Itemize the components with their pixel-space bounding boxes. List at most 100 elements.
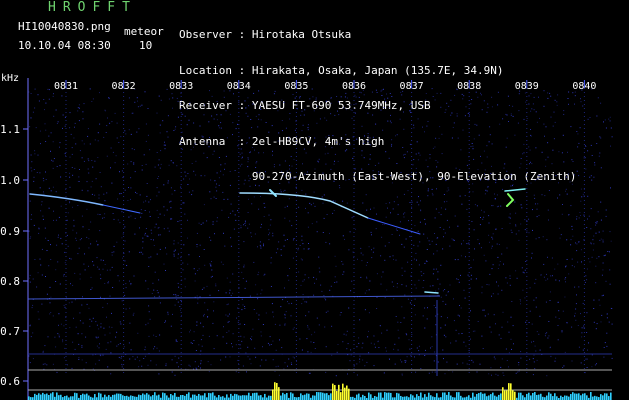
level-bar [268, 395, 270, 400]
level-bar [60, 394, 62, 400]
level-bar [484, 393, 486, 400]
level-bar [592, 396, 594, 400]
level-bar [546, 395, 548, 400]
level-bar [564, 395, 566, 400]
level-bar [606, 393, 608, 400]
level-bar [574, 393, 576, 400]
level-bar [442, 392, 444, 400]
level-bar [526, 393, 528, 400]
noise-field [28, 88, 613, 377]
echo-trace [504, 188, 526, 192]
level-bar [144, 394, 146, 400]
level-bar [28, 396, 30, 400]
level-bar [210, 393, 212, 400]
level-bar [124, 396, 126, 400]
level-bar [172, 395, 174, 400]
level-bar [290, 392, 292, 400]
level-bar [596, 396, 598, 400]
time-tick-label: 0838 [457, 81, 481, 92]
level-bar [72, 396, 74, 400]
level-bar [362, 394, 364, 400]
level-bar [214, 395, 216, 400]
level-bar [112, 394, 114, 400]
level-bar [576, 393, 578, 400]
level-bar [312, 395, 314, 400]
level-bar [278, 387, 280, 400]
level-bar [240, 395, 242, 400]
level-bar [406, 396, 408, 400]
level-bar [318, 392, 320, 400]
level-bar [370, 394, 372, 400]
level-bar [246, 395, 248, 400]
level-bar [244, 395, 246, 400]
level-bar [270, 395, 272, 400]
level-bar [142, 393, 144, 400]
level-bar [380, 392, 382, 400]
level-bar [222, 396, 224, 400]
level-bar [286, 392, 288, 400]
level-bar [280, 395, 282, 400]
level-bar [328, 395, 330, 400]
level-bar [538, 394, 540, 400]
level-bar [556, 396, 558, 400]
echo-trace [239, 192, 369, 219]
level-bar [554, 393, 556, 400]
level-bar [272, 389, 274, 400]
level-bar [388, 392, 390, 400]
level-bar [138, 394, 140, 400]
level-bar [236, 394, 238, 400]
level-bar [508, 383, 510, 400]
level-bar [580, 395, 582, 400]
level-bar [192, 394, 194, 400]
level-bar [304, 394, 306, 400]
level-bar [532, 392, 534, 400]
time-tick-label: 0836 [342, 81, 366, 92]
level-bar [548, 392, 550, 400]
level-bar [450, 395, 452, 400]
level-bar [480, 392, 482, 400]
echo-trace [424, 291, 439, 294]
level-bar [118, 393, 120, 400]
level-bar [566, 395, 568, 400]
level-bar [586, 395, 588, 400]
level-bar [250, 395, 252, 400]
level-bar [460, 395, 462, 400]
level-bar [40, 394, 42, 400]
level-bar [50, 393, 52, 400]
level-bar [186, 393, 188, 400]
level-bar [34, 393, 36, 400]
time-tick-label: 0837 [400, 81, 424, 92]
level-bar [390, 392, 392, 400]
level-bar [140, 395, 142, 400]
level-bar [88, 395, 90, 400]
time-tick-label: 0832 [112, 81, 136, 92]
level-bar [204, 393, 206, 400]
level-bar [134, 396, 136, 400]
level-bar [52, 392, 54, 400]
level-bar [226, 394, 228, 400]
freq-tick-label: 0.8 [0, 275, 20, 288]
level-bar [320, 392, 322, 400]
level-bar [208, 392, 210, 400]
level-bar [582, 393, 584, 400]
level-bar [496, 396, 498, 400]
level-bar [126, 395, 128, 400]
level-bar [200, 395, 202, 400]
level-bar [198, 393, 200, 400]
level-bar [252, 393, 254, 400]
level-bar [148, 394, 150, 400]
level-bar [608, 396, 610, 400]
level-bar [86, 393, 88, 400]
level-bar [324, 393, 326, 400]
level-bar [254, 392, 256, 400]
level-bar [248, 392, 250, 400]
level-bar [282, 392, 284, 400]
level-bar [152, 395, 154, 400]
level-bar [530, 395, 532, 400]
level-bar [234, 393, 236, 400]
level-bar [506, 390, 508, 400]
level-bar [604, 393, 606, 400]
level-bar [418, 396, 420, 400]
level-bar [264, 393, 266, 400]
level-bar [70, 396, 72, 400]
